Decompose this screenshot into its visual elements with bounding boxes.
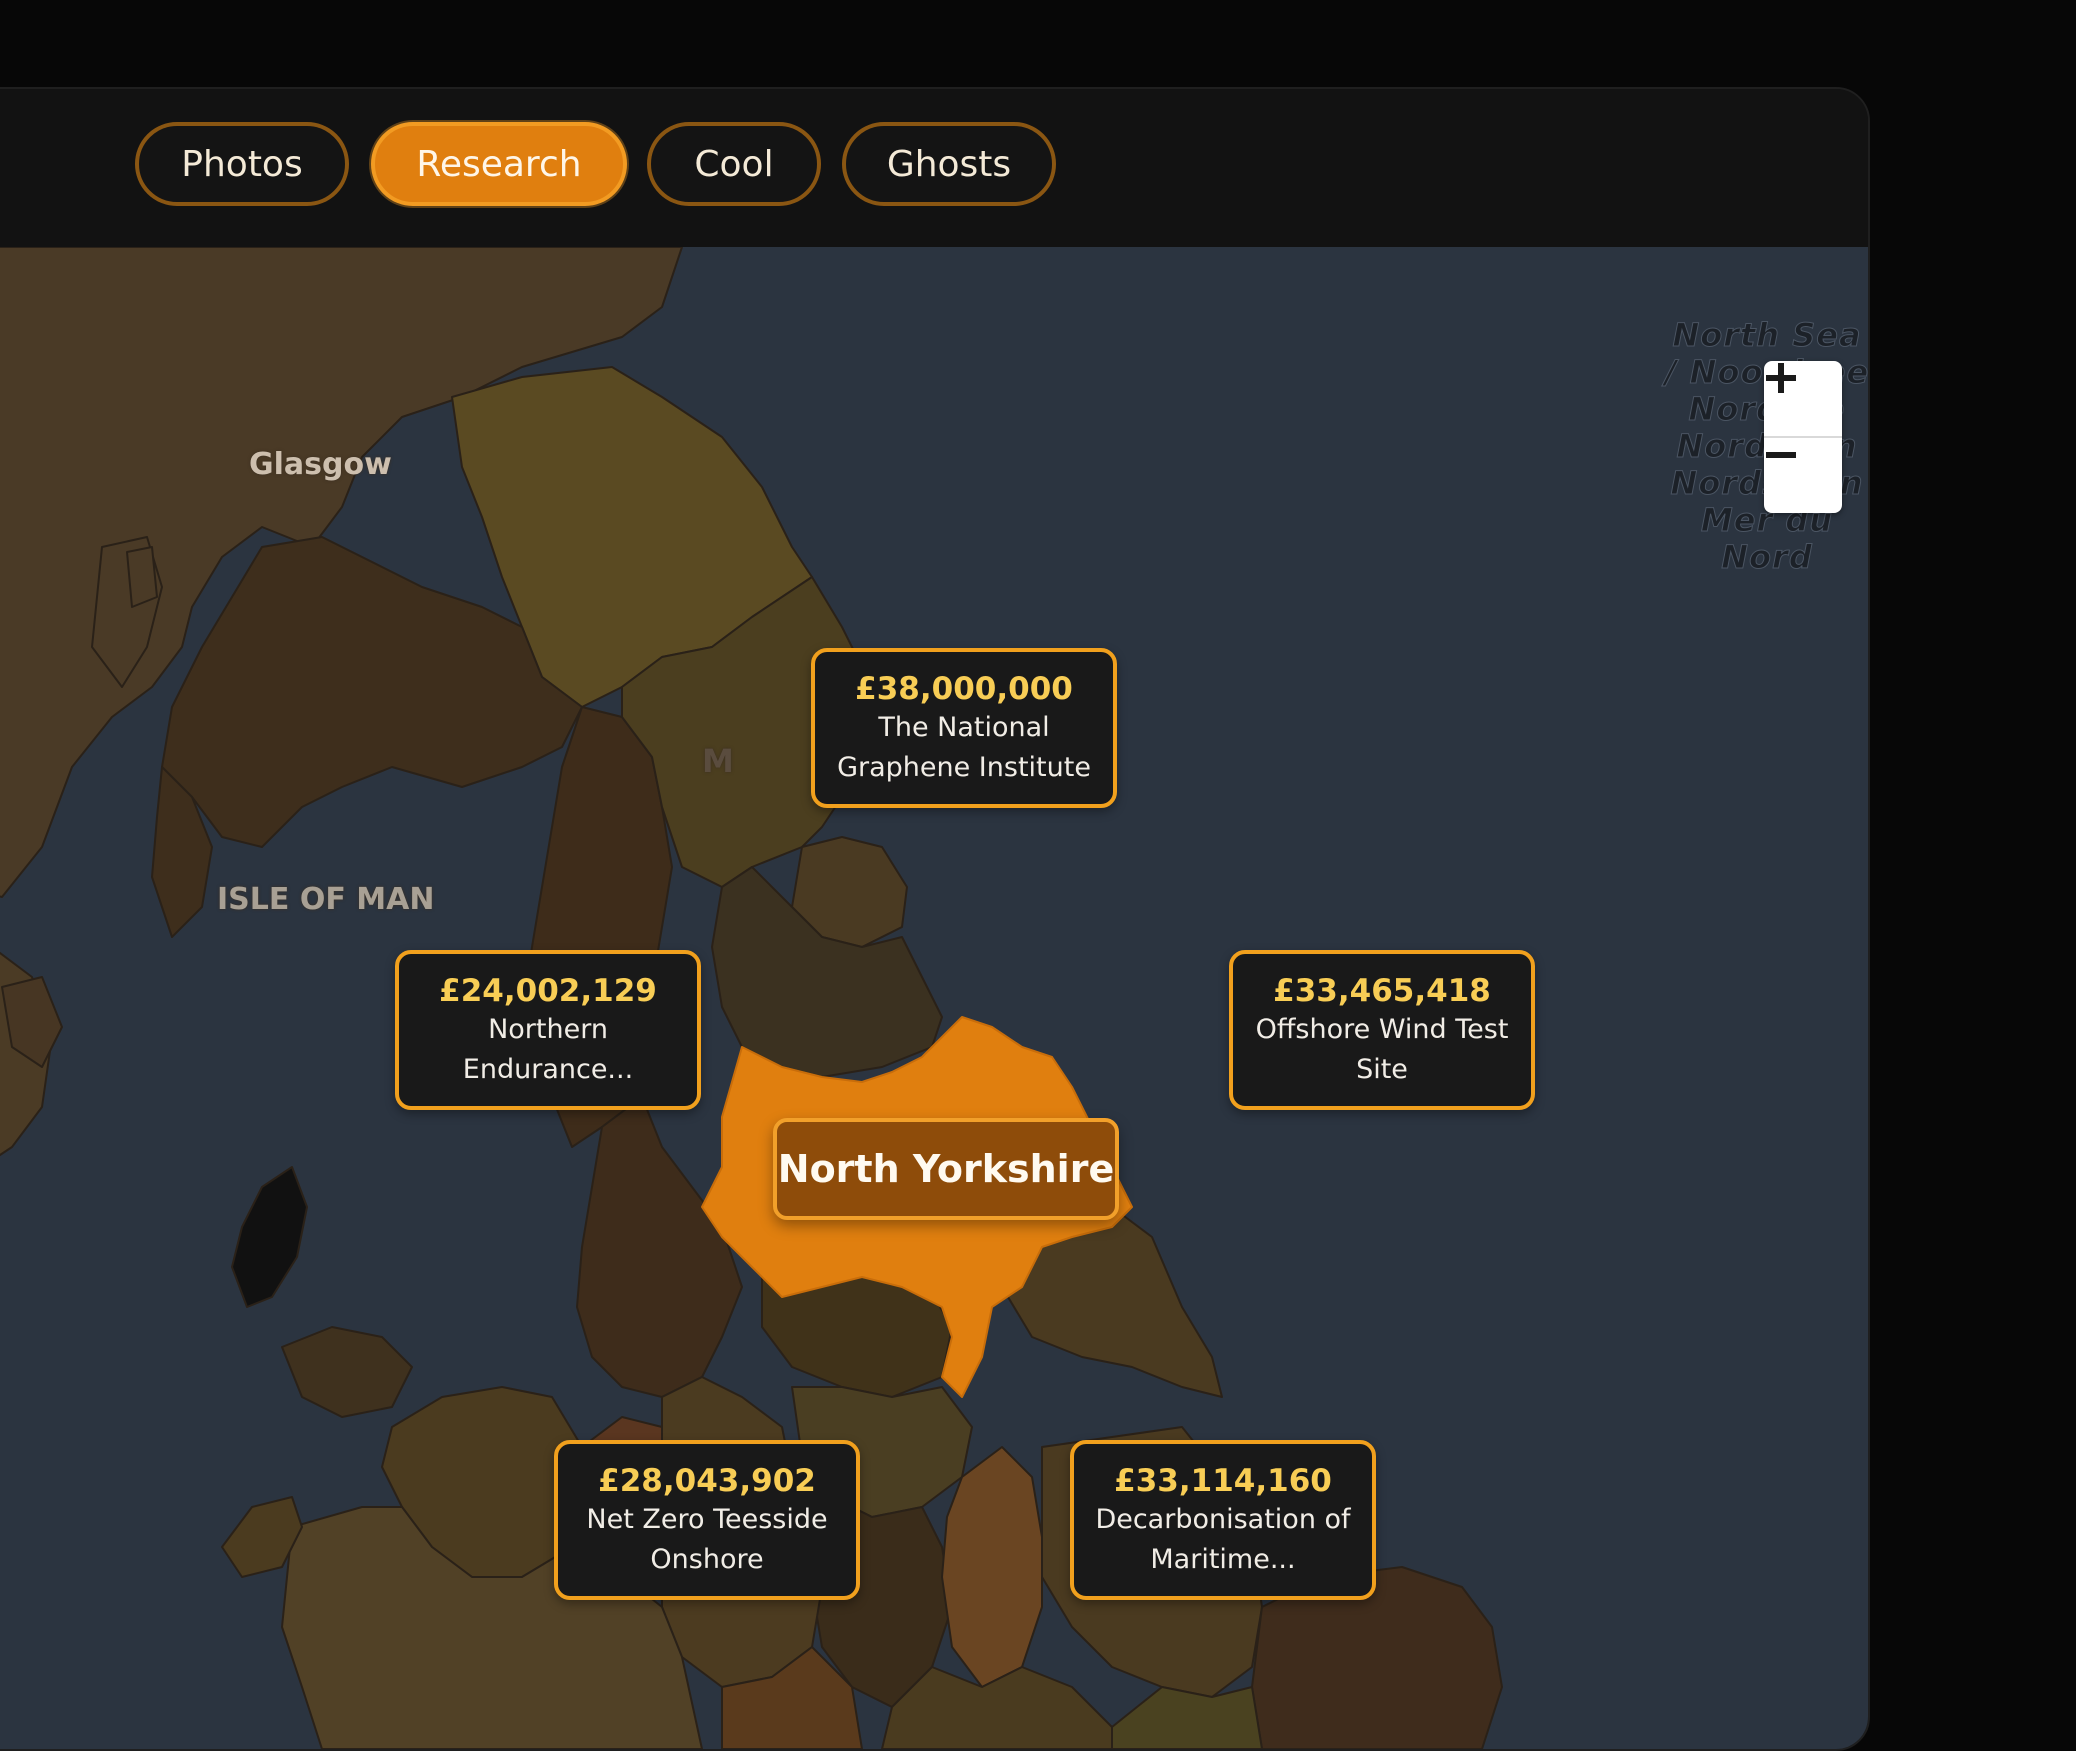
place-label-partial: M xyxy=(702,742,734,780)
project-card[interactable]: £33,465,418 Offshore Wind Test Site xyxy=(1229,950,1535,1110)
project-name: Onshore xyxy=(650,1544,764,1575)
place-label-isle-of-man: ISLE OF MAN xyxy=(217,882,435,917)
region-scotland-arran xyxy=(126,546,158,608)
project-name: Offshore Wind Test xyxy=(1255,1014,1509,1045)
region-nottinghamshire xyxy=(941,1446,1043,1688)
sea-label-line: North Sea xyxy=(1672,316,1862,354)
project-amount: £33,114,160 xyxy=(1114,1463,1332,1499)
map-canvas[interactable]: Glasgow ISLE OF MAN M North Sea / Noordz… xyxy=(0,247,1868,1749)
project-name: Site xyxy=(1356,1054,1408,1085)
isle-of-man-shape xyxy=(231,1166,308,1308)
project-amount: £24,002,129 xyxy=(439,973,657,1009)
category-toolbar: Photos Research Cool Ghosts xyxy=(0,89,1868,247)
project-name: Net Zero Teesside xyxy=(586,1504,828,1535)
region-cambs xyxy=(1111,1686,1263,1749)
zoom-control xyxy=(1764,361,1842,513)
zoom-out-button[interactable] xyxy=(1764,438,1842,513)
sea-label-line: Mer du Nord xyxy=(1700,501,1834,576)
project-name: Endurance... xyxy=(462,1054,634,1085)
map-panel: Photos Research Cool Ghosts Glasgow ISLE… xyxy=(0,87,1870,1751)
project-card[interactable]: £33,114,160 Decarbonisation of Maritime.… xyxy=(1070,1440,1376,1600)
selected-region-label[interactable]: North Yorkshire xyxy=(773,1118,1119,1220)
region-lancashire xyxy=(576,1096,743,1398)
project-card[interactable]: £28,043,902 Net Zero Teesside Onshore xyxy=(554,1440,860,1600)
plus-icon xyxy=(1766,363,1796,393)
project-amount: £28,043,902 xyxy=(598,1463,816,1499)
zoom-in-button[interactable] xyxy=(1764,361,1842,438)
project-name: Decarbonisation of xyxy=(1095,1504,1351,1535)
project-name: Maritime... xyxy=(1150,1544,1296,1575)
region-anglesey xyxy=(281,1326,413,1418)
project-name: Northern xyxy=(488,1014,608,1045)
project-amount: £33,465,418 xyxy=(1273,973,1491,1009)
tab-cool[interactable]: Cool xyxy=(647,122,821,206)
project-amount: £38,000,000 xyxy=(855,671,1073,707)
project-name: The National xyxy=(878,712,1050,743)
project-name: Graphene Institute xyxy=(837,752,1091,783)
tab-photos[interactable]: Photos xyxy=(135,122,349,206)
tab-research[interactable]: Research xyxy=(371,122,627,206)
tab-ghosts[interactable]: Ghosts xyxy=(842,122,1056,206)
project-card[interactable]: £38,000,000 The National Graphene Instit… xyxy=(811,648,1117,808)
place-label-glasgow: Glasgow xyxy=(249,447,392,482)
minus-icon xyxy=(1766,452,1796,458)
project-card[interactable]: £24,002,129 Northern Endurance... xyxy=(395,950,701,1110)
